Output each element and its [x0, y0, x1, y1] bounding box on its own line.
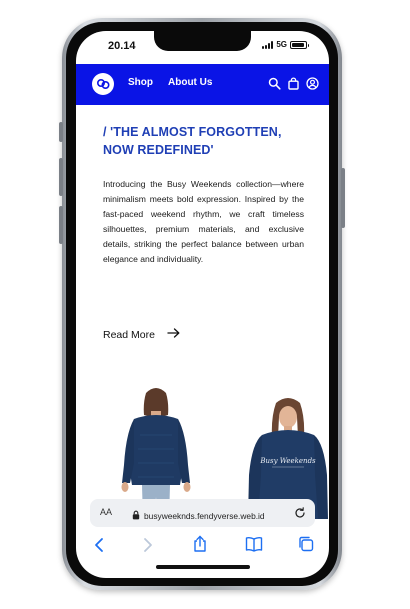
tabs-icon[interactable] — [298, 536, 314, 557]
share-icon[interactable] — [192, 535, 208, 558]
reload-icon[interactable] — [294, 506, 306, 524]
reader-settings-label: AA — [100, 507, 113, 517]
url-text: busyweeknds.fendyverse.web.id — [144, 511, 265, 521]
forward-icon[interactable] — [143, 537, 153, 558]
power-button — [341, 168, 345, 228]
bag-icon[interactable] — [287, 77, 300, 90]
battery-level — [292, 42, 304, 47]
site-header: Shop About Us — [76, 64, 329, 105]
hero-description: Introducing the Busy Weekends collection… — [103, 179, 304, 264]
hero-headline: / 'THE ALMOST FORGOTTEN, NOW REDEFINED' — [103, 125, 282, 157]
hero-section: / 'THE ALMOST FORGOTTEN, NOW REDEFINED' … — [76, 105, 329, 521]
nav-link-about-us[interactable]: About Us — [168, 77, 212, 88]
home-indicator — [156, 565, 250, 569]
status-indicators: 5G — [262, 40, 309, 49]
search-icon[interactable] — [268, 77, 281, 90]
bookmarks-icon[interactable] — [245, 536, 263, 557]
url-display[interactable]: busyweeknds.fendyverse.web.id — [132, 507, 265, 525]
signal-icon — [262, 40, 274, 49]
nav-link-shop[interactable]: Shop — [128, 77, 153, 88]
lock-icon — [132, 507, 140, 525]
silent-switch — [59, 122, 63, 142]
browser-toolbar — [76, 533, 329, 559]
account-icon[interactable] — [306, 77, 319, 90]
brand-logo[interactable] — [92, 73, 114, 95]
network-label: 5G — [276, 40, 287, 49]
reader-settings-button[interactable]: AA — [100, 507, 112, 517]
read-more-label: Read More — [103, 328, 155, 341]
back-icon[interactable] — [94, 537, 104, 558]
status-bar: 20.14 5G — [76, 31, 329, 63]
battery-icon — [290, 40, 309, 49]
address-bar[interactable]: AA busyweeknds.fendyverse.web.id — [90, 499, 315, 527]
status-time: 20.14 — [108, 40, 136, 52]
arrow-right-icon — [167, 328, 180, 341]
header-icons — [268, 77, 319, 90]
volume-down-button — [59, 206, 63, 244]
sweatshirt-print-text: Busy Weekends — [259, 457, 316, 465]
phone-screen: 20.14 5G Shop About Us / 'THE ALMOST FOR… — [76, 31, 329, 578]
dynamic-notch — [154, 31, 251, 51]
read-more-link[interactable]: Read More — [103, 328, 180, 341]
volume-up-button — [59, 158, 63, 196]
